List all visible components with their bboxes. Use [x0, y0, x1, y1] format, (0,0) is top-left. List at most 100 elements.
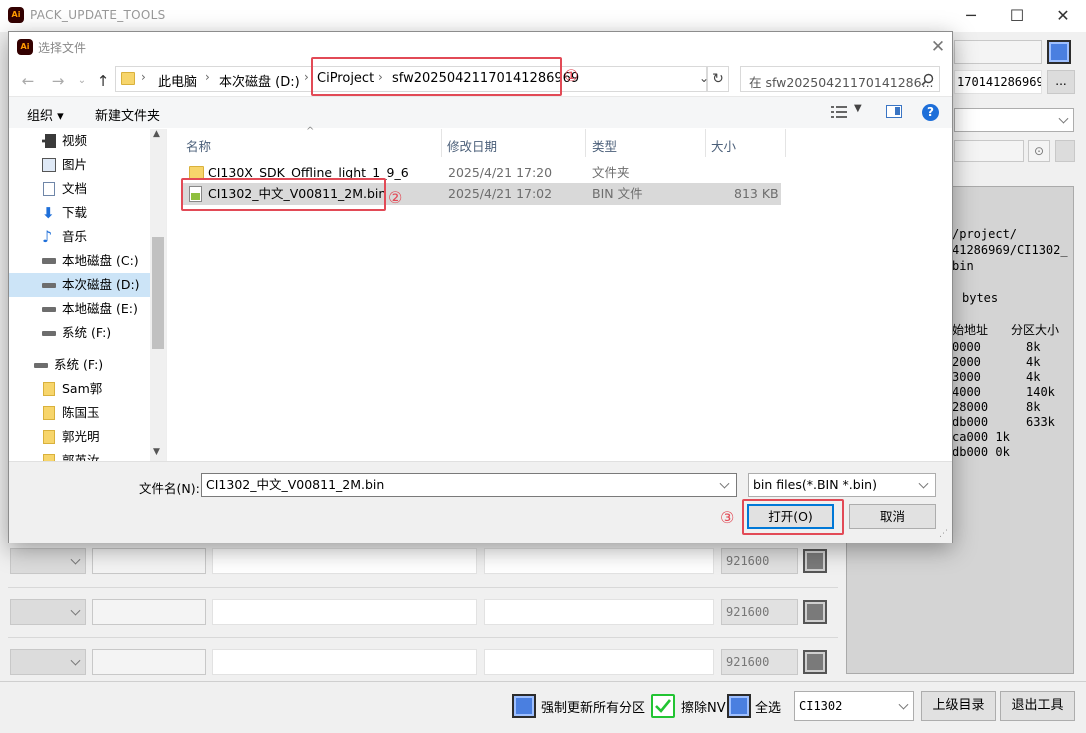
- port-path-field[interactable]: [212, 649, 477, 675]
- column-divider[interactable]: [705, 129, 706, 157]
- organize-button[interactable]: 组织 ▾: [27, 105, 64, 124]
- nav-item-label: 音乐: [62, 229, 88, 244]
- row-checkbox[interactable]: [803, 650, 827, 674]
- nav-item-label: 郭光明: [62, 429, 100, 444]
- breadcrumb-drive-d[interactable]: 本次磁盘 (D:): [219, 71, 300, 90]
- resize-grip-icon[interactable]: ⋰: [939, 529, 948, 539]
- port-field[interactable]: [92, 548, 206, 574]
- chevron-down-icon: [918, 478, 929, 489]
- nav-item-label: 陈国玉: [62, 405, 100, 420]
- log-line: 2000: [952, 355, 981, 369]
- nav-item-music[interactable]: ♪ 音乐: [9, 225, 154, 249]
- column-header-modified[interactable]: 修改日期: [447, 136, 497, 155]
- nav-item-videos[interactable]: 视频: [9, 129, 154, 153]
- right-small-button[interactable]: [1055, 140, 1075, 162]
- radio-icon[interactable]: ⊙: [1028, 140, 1050, 162]
- breadcrumb-this-pc[interactable]: 此电脑: [158, 71, 197, 90]
- row-checkbox[interactable]: [803, 600, 827, 624]
- port-combo[interactable]: [10, 548, 86, 574]
- recent-chevron-icon[interactable]: ⌄: [71, 70, 93, 92]
- force-update-checkbox[interactable]: [512, 694, 536, 718]
- nav-item-drive-e[interactable]: 本地磁盘 (E:): [9, 297, 154, 321]
- file-type-filter[interactable]: bin files(*.BIN *.bin): [748, 473, 936, 497]
- baud-rate-field[interactable]: 921600: [721, 548, 798, 574]
- nav-item-drive-f-root[interactable]: 系统 (F:): [9, 353, 154, 377]
- nav-item-drive-f[interactable]: 系统 (F:): [9, 321, 154, 345]
- right-combo[interactable]: [954, 108, 1074, 132]
- column-header-type[interactable]: 类型: [592, 136, 617, 155]
- filename-input[interactable]: CI1302_中文_V00811_2M.bin: [201, 473, 737, 497]
- port-path-field[interactable]: [212, 548, 477, 574]
- refresh-icon[interactable]: ↻: [707, 66, 729, 92]
- log-line: /project/: [952, 227, 1018, 241]
- maximize-button[interactable]: ☐: [994, 0, 1040, 32]
- file-modified: 2025/4/21 17:20: [448, 165, 553, 180]
- path-field[interactable]: 170141286969: [954, 70, 1042, 94]
- forward-arrow-icon[interactable]: →: [47, 70, 69, 92]
- preview-pane-icon[interactable]: [886, 105, 902, 118]
- nav-item-folder[interactable]: 陈国玉: [9, 401, 154, 425]
- port-field[interactable]: [92, 649, 206, 675]
- view-dropdown-icon[interactable]: ▼: [854, 103, 862, 114]
- column-divider[interactable]: [785, 129, 786, 157]
- nav-item-documents[interactable]: 文档: [9, 177, 154, 201]
- log-line: bytes: [962, 291, 999, 305]
- annotation-number-3: ③: [720, 508, 735, 527]
- port-status-field[interactable]: [484, 548, 714, 574]
- nav-item-drive-d-selected[interactable]: 本次磁盘 (D:): [9, 273, 154, 297]
- picture-icon: [42, 158, 56, 172]
- chip-select[interactable]: CI1302: [794, 691, 914, 721]
- port-field[interactable]: [92, 599, 206, 625]
- help-icon[interactable]: ?: [922, 104, 939, 121]
- view-options-icon[interactable]: [831, 106, 847, 118]
- browse-button[interactable]: ...: [1047, 70, 1075, 94]
- new-folder-button[interactable]: 新建文件夹: [95, 105, 160, 124]
- annotation-box-file: [181, 178, 386, 211]
- column-divider[interactable]: [585, 129, 586, 157]
- log-line: db000: [952, 415, 989, 429]
- scroll-down-icon[interactable]: ▼: [153, 447, 160, 457]
- baud-rate-field[interactable]: 921600: [721, 599, 798, 625]
- port-status-field[interactable]: [484, 599, 714, 625]
- nav-item-label: 本地磁盘 (E:): [62, 301, 138, 316]
- nav-item-folder[interactable]: 郭英汝: [9, 449, 154, 461]
- port-status-field[interactable]: [484, 649, 714, 675]
- port-combo[interactable]: [10, 649, 86, 675]
- nav-item-drive-c[interactable]: 本地磁盘 (C:): [9, 249, 154, 273]
- scroll-up-icon[interactable]: ▲: [153, 129, 160, 139]
- up-arrow-icon[interactable]: ↑: [92, 70, 114, 92]
- select-all-checkbox[interactable]: [727, 694, 751, 718]
- column-header-size[interactable]: 大小: [711, 136, 736, 155]
- close-button[interactable]: ✕: [1040, 0, 1086, 32]
- nav-item-downloads[interactable]: ⬇ 下载: [9, 201, 154, 225]
- annotation-box-open: [742, 499, 844, 535]
- baud-rate-field[interactable]: 921600: [721, 649, 798, 675]
- nav-item-pictures[interactable]: 图片: [9, 153, 154, 177]
- exit-button[interactable]: 退出工具: [1000, 691, 1075, 721]
- top-right-field[interactable]: [954, 40, 1042, 64]
- back-arrow-icon[interactable]: ←: [17, 70, 39, 92]
- nav-item-folder[interactable]: Sam郭: [9, 377, 154, 401]
- log-line: 始地址: [952, 323, 989, 337]
- erase-nv-label: 擦除NV: [681, 701, 726, 716]
- log-line: 28000: [952, 400, 989, 414]
- file-modified: 2025/4/21 17:02: [448, 186, 553, 201]
- port-path-field[interactable]: [212, 599, 477, 625]
- right-small-field[interactable]: [954, 140, 1024, 162]
- minimize-button[interactable]: ─: [948, 0, 994, 32]
- port-combo[interactable]: [10, 599, 86, 625]
- row-checkbox[interactable]: [803, 549, 827, 573]
- column-header-name[interactable]: 名称: [186, 136, 211, 155]
- parent-dir-button[interactable]: 上级目录: [921, 691, 996, 721]
- nav-scrollbar-thumb[interactable]: [152, 237, 164, 349]
- dialog-close-button[interactable]: ✕: [927, 36, 949, 58]
- cancel-button[interactable]: 取消: [849, 504, 936, 529]
- log-line: ca000 1k: [952, 430, 1010, 444]
- search-box[interactable]: 在 sfw20250421170141286...: [740, 66, 940, 92]
- nav-item-folder[interactable]: 郭光明: [9, 425, 154, 449]
- top-right-checkbox[interactable]: [1047, 40, 1071, 64]
- erase-nv-checkbox[interactable]: [651, 694, 675, 718]
- drive-icon: [42, 307, 56, 312]
- column-divider[interactable]: [441, 129, 442, 157]
- chevron-down-icon[interactable]: [719, 478, 730, 489]
